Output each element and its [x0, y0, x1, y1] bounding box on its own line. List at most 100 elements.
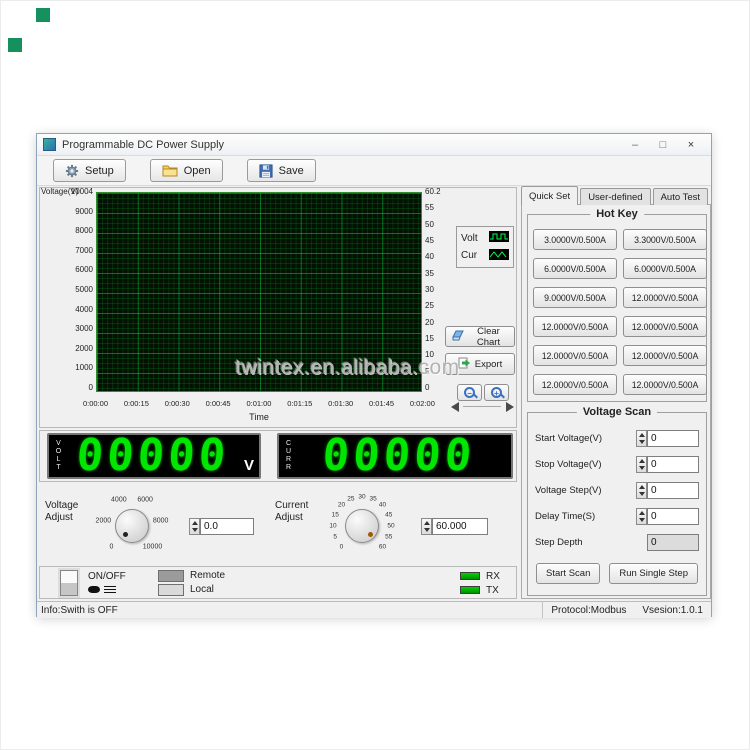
knob-scale-label: 55 [385, 534, 392, 541]
current-knob-dial[interactable] [345, 509, 379, 543]
knob-scale-label: 5 [333, 534, 337, 541]
y-axis-tick-left: 4000 [75, 306, 93, 314]
cur-waveform-icon[interactable] [489, 249, 509, 263]
current-spinner[interactable] [421, 518, 432, 535]
hot-key-button[interactable]: 12.0000V/0.500A [623, 345, 707, 366]
spin-down-icon[interactable] [192, 528, 198, 532]
hot-key-button[interactable]: 12.0000V/0.500A [533, 374, 617, 395]
voltage-scan-rows: Start Voltage(V)0Stop Voltage(V)0Voltage… [535, 429, 699, 559]
setup-button[interactable]: Setup [53, 159, 126, 182]
spin-down-icon[interactable] [639, 466, 645, 470]
rx-label: RX [486, 571, 500, 582]
power-switch[interactable] [60, 570, 78, 596]
close-button[interactable]: × [677, 135, 705, 155]
legend-cur-row: Cur [461, 249, 509, 263]
scan-row-controls: 0 [636, 508, 699, 525]
remote-indicator[interactable] [158, 570, 184, 582]
spinner[interactable] [636, 430, 647, 447]
scan-value-field[interactable]: 0 [647, 430, 699, 447]
voltage-set-group: 0.0 [189, 518, 254, 535]
hot-key-button[interactable]: 12.0000V/0.500A [623, 316, 707, 337]
voltage-spinner[interactable] [189, 518, 200, 535]
decor-square [36, 8, 50, 22]
knob-scale-label: 2000 [96, 518, 112, 525]
start-scan-button[interactable]: Start Scan [536, 563, 600, 584]
hot-key-button[interactable]: 3.0000V/0.500A [533, 229, 617, 250]
scroll-track[interactable] [463, 406, 501, 407]
local-indicator[interactable] [158, 584, 184, 596]
voltage-scan-title: Voltage Scan [577, 406, 657, 418]
spin-up-icon[interactable] [639, 433, 645, 437]
current-adjust-label: Current Adjust [275, 500, 321, 524]
spin-down-icon[interactable] [639, 440, 645, 444]
scan-row: Voltage Step(V)0 [535, 481, 699, 500]
spin-up-icon[interactable] [192, 521, 198, 525]
spin-down-icon[interactable] [639, 492, 645, 496]
y-axis-tick-left: 1000 [75, 364, 93, 372]
maximize-button[interactable]: □ [649, 135, 677, 155]
spin-up-icon[interactable] [639, 459, 645, 463]
tab-quick-set[interactable]: Quick Set [521, 186, 578, 205]
voltage-scan-buttons: Start Scan Run Single Step [536, 563, 698, 584]
hot-key-button[interactable]: 12.0000V/0.500A [533, 316, 617, 337]
volt-waveform-icon[interactable] [489, 231, 509, 245]
save-button[interactable]: Save [247, 159, 316, 182]
knob-scale-label: 50 [387, 523, 394, 530]
volt-display-unit: V [244, 457, 254, 477]
hot-key-button[interactable]: 12.0000V/0.500A [533, 345, 617, 366]
hot-key-button[interactable]: 12.0000V/0.500A [623, 287, 707, 308]
watermark: twintex.en.alibaba.com [235, 356, 460, 380]
hot-key-button[interactable]: 12.0000V/0.500A [623, 374, 707, 395]
x-axis-tick: 0:02:00 [410, 400, 435, 408]
tab-auto-test[interactable]: Auto Test [653, 188, 708, 205]
run-single-step-button[interactable]: Run Single Step [609, 563, 698, 584]
voltage-knob-dial[interactable] [115, 509, 149, 543]
scroll-right-button[interactable] [503, 401, 516, 413]
app-window: Programmable DC Power Supply – □ × Setup… [36, 133, 712, 617]
current-display: CURR 00000 [277, 433, 513, 479]
zoom-in-icon: + [491, 387, 502, 398]
voltage-set-field[interactable]: 0.0 [200, 518, 254, 535]
tab-user-defined[interactable]: User-defined [580, 188, 650, 205]
y-axis-tick-right: 30 [425, 286, 434, 294]
open-button[interactable]: Open [150, 159, 223, 182]
spin-up-icon[interactable] [639, 485, 645, 489]
x-axis-tick: 0:01:30 [328, 400, 353, 408]
x-axis-tick: 0:01:00 [246, 400, 271, 408]
current-set-field[interactable]: 60.000 [432, 518, 488, 535]
spinner[interactable] [636, 456, 647, 473]
hot-key-button[interactable]: 6.0000V/0.500A [623, 258, 707, 279]
scan-value-field[interactable]: 0 [647, 456, 699, 473]
knob-scale-label: 60 [379, 543, 386, 550]
hot-key-button[interactable]: 9.0000V/0.500A [533, 287, 617, 308]
minimize-button[interactable]: – [621, 135, 649, 155]
spinner[interactable] [636, 482, 647, 499]
x-axis-tick: 0:01:15 [287, 400, 312, 408]
remote-label: Remote [190, 570, 225, 581]
zoom-out-button[interactable]: − [457, 384, 482, 401]
app-icon [43, 138, 56, 151]
scan-value-field[interactable]: 0 [647, 508, 699, 525]
spin-up-icon[interactable] [639, 511, 645, 515]
spinner[interactable] [636, 508, 647, 525]
onoff-label: ON/OFF [88, 571, 126, 582]
scan-row: Step Depth0 [535, 533, 699, 552]
current-knob-pointer [368, 532, 373, 537]
y-axis-tick-right: 55 [425, 204, 434, 212]
tx-led [460, 586, 480, 594]
left-arrow-icon [451, 402, 459, 412]
hot-key-button[interactable]: 3.3000V/0.500A [623, 229, 707, 250]
spin-down-icon[interactable] [639, 518, 645, 522]
scan-value-field[interactable]: 0 [647, 482, 699, 499]
spin-up-icon[interactable] [424, 521, 430, 525]
scan-value-field[interactable]: 0 [647, 534, 699, 551]
knob-scale-label: 30 [358, 494, 365, 501]
scroll-left-button[interactable] [448, 401, 461, 413]
zoom-in-button[interactable]: + [484, 384, 509, 401]
x-axis-tick: 0:00:30 [165, 400, 190, 408]
voltage-knob-pointer [123, 532, 128, 537]
x-axis-label: Time [96, 412, 422, 422]
spin-down-icon[interactable] [424, 528, 430, 532]
clear-chart-button[interactable]: Clear Chart [445, 326, 515, 347]
hot-key-button[interactable]: 6.0000V/0.500A [533, 258, 617, 279]
